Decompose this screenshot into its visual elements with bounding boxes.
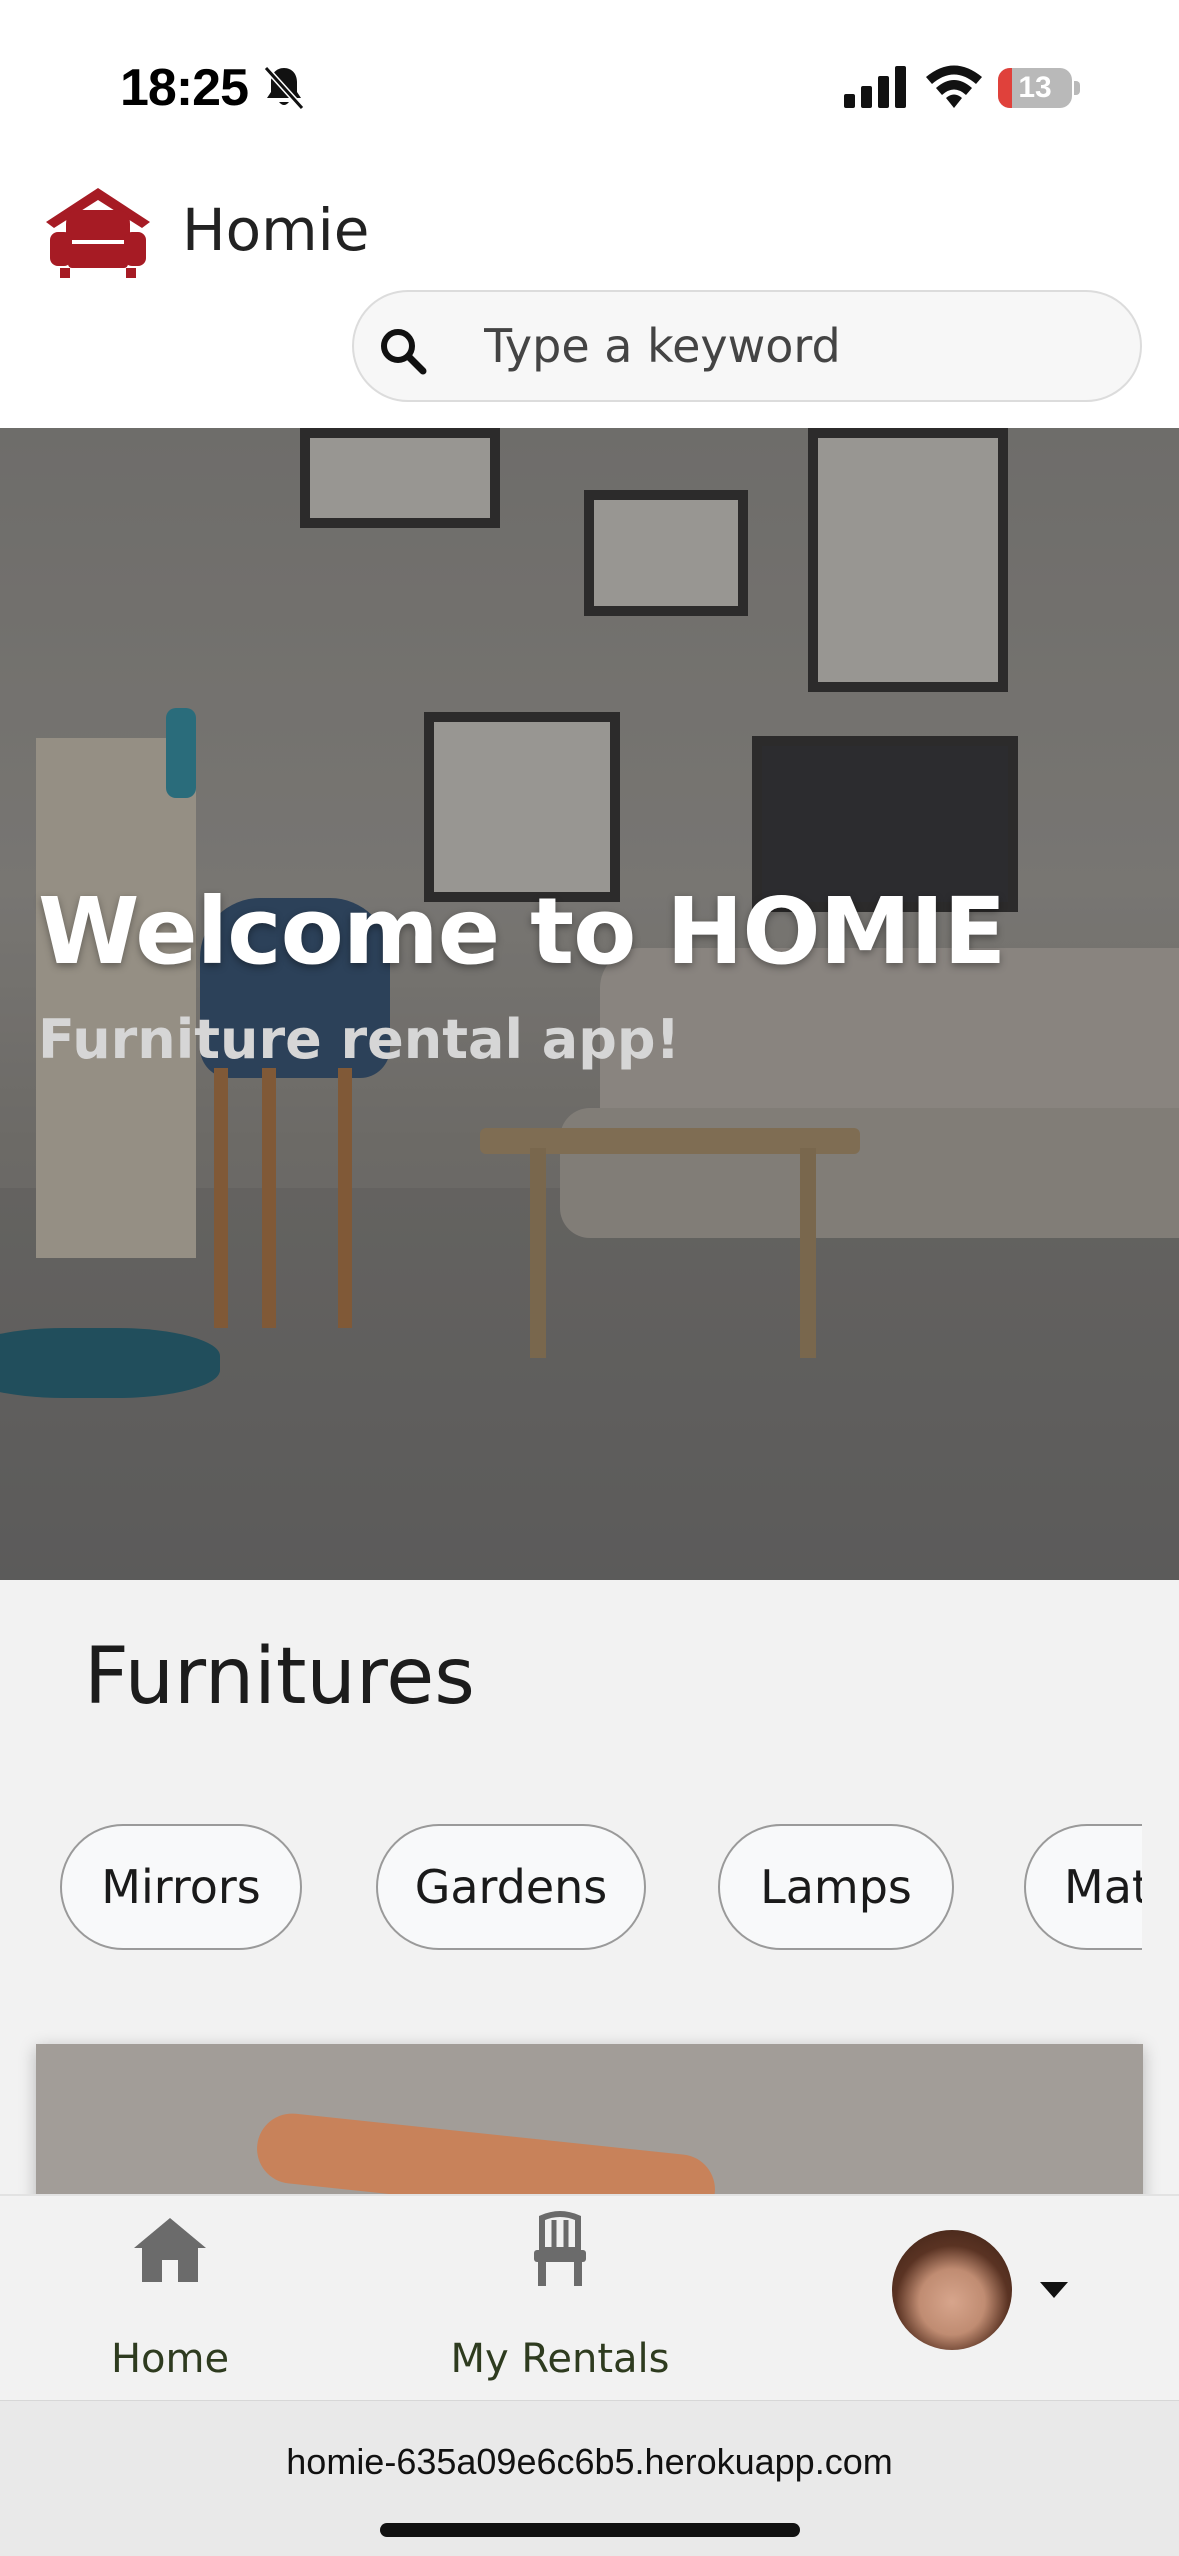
url-text[interactable]: homie-635a09e6c6b5.herokuapp.com	[0, 2441, 1179, 2483]
avatar[interactable]	[892, 2230, 1012, 2350]
category-chip-mirrors[interactable]: Mirrors	[60, 1824, 302, 1950]
hero-banner: Welcome to HOMIE Furniture rental app!	[0, 428, 1179, 1580]
cellular-signal-icon	[844, 66, 906, 108]
home-indicator	[380, 2523, 800, 2537]
armchair-house-icon[interactable]	[42, 184, 154, 280]
furnitures-section: Furnitures Mirrors Gardens Lamps Mat	[0, 1580, 1179, 2194]
search-bar[interactable]	[352, 290, 1142, 402]
nav-label: My Rentals	[450, 2336, 670, 2382]
category-chip-lamps[interactable]: Lamps	[718, 1824, 954, 1950]
home-icon	[134, 2218, 206, 2282]
search-icon[interactable]	[378, 326, 428, 376]
category-chips[interactable]: Mirrors Gardens Lamps Mat	[60, 1824, 1142, 1954]
chair-icon	[534, 2211, 586, 2286]
bell-slash-icon	[263, 65, 305, 111]
wifi-icon	[926, 65, 982, 108]
furniture-card[interactable]	[36, 2044, 1143, 2194]
battery-level: 13	[1018, 71, 1052, 104]
status-bar: 18:25 13	[0, 0, 1179, 160]
status-time: 18:25	[120, 59, 249, 117]
nav-my-rentals[interactable]: My Rentals	[420, 2196, 700, 2402]
section-title: Furnitures	[84, 1632, 475, 1722]
category-chip-gardens[interactable]: Gardens	[376, 1824, 646, 1950]
nav-label: Home	[110, 2336, 230, 2382]
browser-url-bar[interactable]: homie-635a09e6c6b5.herokuapp.com	[0, 2400, 1179, 2556]
hero-title: Welcome to HOMIE	[38, 878, 1006, 985]
search-input[interactable]	[484, 292, 1104, 400]
bottom-nav: Home My Rentals	[0, 2194, 1179, 2400]
battery-icon: 13	[998, 68, 1080, 108]
furniture-image	[253, 2110, 719, 2194]
hero-subtitle: Furniture rental app!	[38, 1008, 681, 1071]
caret-down-icon[interactable]	[1040, 2282, 1068, 2298]
app-header: Homie	[0, 160, 1179, 428]
category-chip-mat[interactable]: Mat	[1024, 1824, 1142, 1950]
nav-home[interactable]: Home	[70, 2196, 270, 2402]
brand-name[interactable]: Homie	[182, 196, 369, 264]
